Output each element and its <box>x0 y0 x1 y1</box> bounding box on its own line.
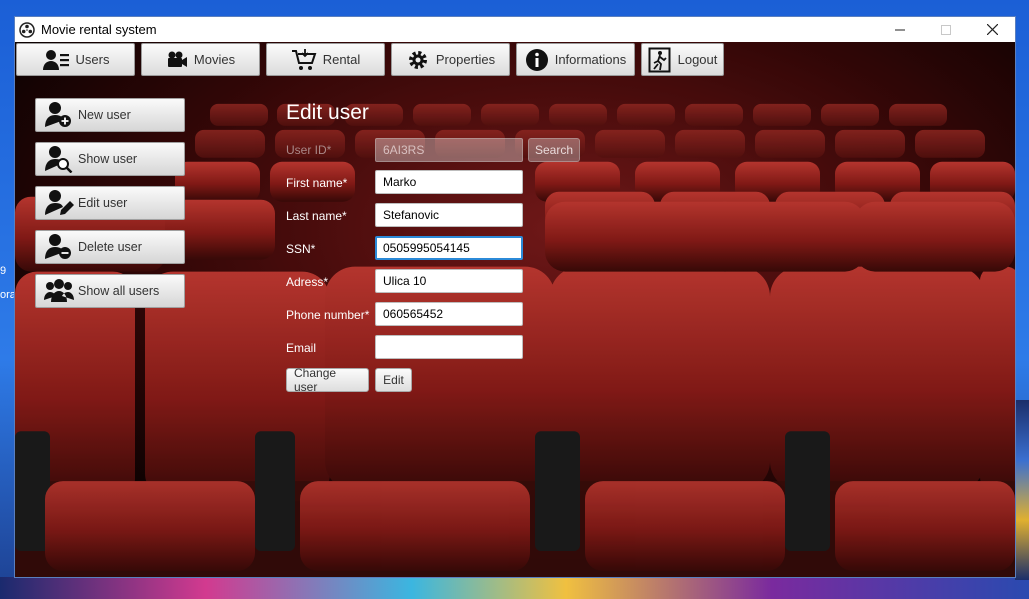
adress-label: Adress* <box>286 275 329 289</box>
main-menu-bar: Users Movies Rental Properties Informati… <box>15 42 1015 78</box>
sidebar-show-user-label: Show user <box>78 152 138 166</box>
maximize-button[interactable] <box>923 17 969 42</box>
close-button[interactable] <box>969 17 1015 42</box>
edit-button[interactable]: Edit <box>375 368 412 392</box>
page-title: Edit user <box>286 101 369 124</box>
maximize-icon <box>941 24 951 35</box>
sidebar-edit-user-button[interactable]: Edit user <box>35 186 185 220</box>
search-user-icon <box>45 146 73 173</box>
minimize-icon <box>895 29 905 30</box>
menu-informations-label: Informations <box>554 52 627 67</box>
film-reel-icon <box>19 21 35 38</box>
menu-logout-button[interactable]: Logout <box>641 43 724 76</box>
edit-user-icon <box>45 190 74 215</box>
exit-icon <box>648 47 671 72</box>
user-id-label: User ID* <box>286 143 332 157</box>
users-menu-icon <box>42 49 69 70</box>
group-icon <box>44 279 74 302</box>
add-user-icon <box>45 102 71 127</box>
ssn-field[interactable] <box>375 236 523 260</box>
sidebar-show-all-users-button[interactable]: Show all users <box>35 274 185 308</box>
desktop-background-strip <box>0 577 1029 599</box>
desktop-edge-text: ora <box>0 289 16 301</box>
menu-properties-label: Properties <box>435 52 496 67</box>
change-user-button[interactable]: Change user <box>286 366 369 394</box>
sidebar-delete-user-label: Delete user <box>78 240 142 254</box>
menu-movies-label: Movies <box>193 52 236 67</box>
desktop-edge-right <box>1015 400 1029 580</box>
camera-icon <box>167 51 187 67</box>
menu-rental-button[interactable]: Rental <box>266 43 385 76</box>
gear-icon <box>408 50 427 69</box>
close-icon <box>986 24 998 35</box>
sidebar-show-user-button[interactable]: Show user <box>35 142 185 176</box>
first-name-label: First name* <box>286 176 348 190</box>
ssn-label: SSN* <box>286 242 316 256</box>
sidebar-edit-user-label: Edit user <box>78 196 128 210</box>
minimize-button[interactable] <box>877 17 923 42</box>
adress-field[interactable] <box>375 269 523 293</box>
last-name-field[interactable] <box>375 203 523 227</box>
menu-movies-button[interactable]: Movies <box>141 43 260 76</box>
menu-informations-button[interactable]: Informations <box>516 43 635 76</box>
info-icon <box>525 48 548 71</box>
menu-users-label: Users <box>75 52 110 67</box>
user-id-field[interactable] <box>375 138 523 162</box>
window-title: Movie rental system <box>41 22 157 37</box>
title-bar: Movie rental system <box>15 17 1015 42</box>
cart-icon <box>291 48 317 70</box>
search-button[interactable]: Search <box>528 138 580 162</box>
menu-rental-label: Rental <box>322 52 361 67</box>
desktop-edge: 9 ora <box>0 265 16 301</box>
first-name-field[interactable] <box>375 170 523 194</box>
sidebar-delete-user-button[interactable]: Delete user <box>35 230 185 264</box>
app-window: Movie rental system Users Movies Rental … <box>14 16 1016 578</box>
menu-users-button[interactable]: Users <box>16 43 135 76</box>
phone-number-label: Phone number* <box>286 308 370 322</box>
last-name-label: Last name* <box>286 209 347 223</box>
sidebar-new-user-button[interactable]: New user <box>35 98 185 132</box>
remove-user-icon <box>45 234 71 259</box>
email-label: Email <box>286 341 317 355</box>
menu-logout-label: Logout <box>677 52 718 67</box>
sidebar-new-user-label: New user <box>78 108 131 122</box>
email-field[interactable] <box>375 335 523 359</box>
phone-number-field[interactable] <box>375 302 523 326</box>
sidebar-show-all-users-label: Show all users <box>78 284 160 298</box>
menu-properties-button[interactable]: Properties <box>391 43 510 76</box>
client-area: Users Movies Rental Properties Informati… <box>15 42 1015 577</box>
